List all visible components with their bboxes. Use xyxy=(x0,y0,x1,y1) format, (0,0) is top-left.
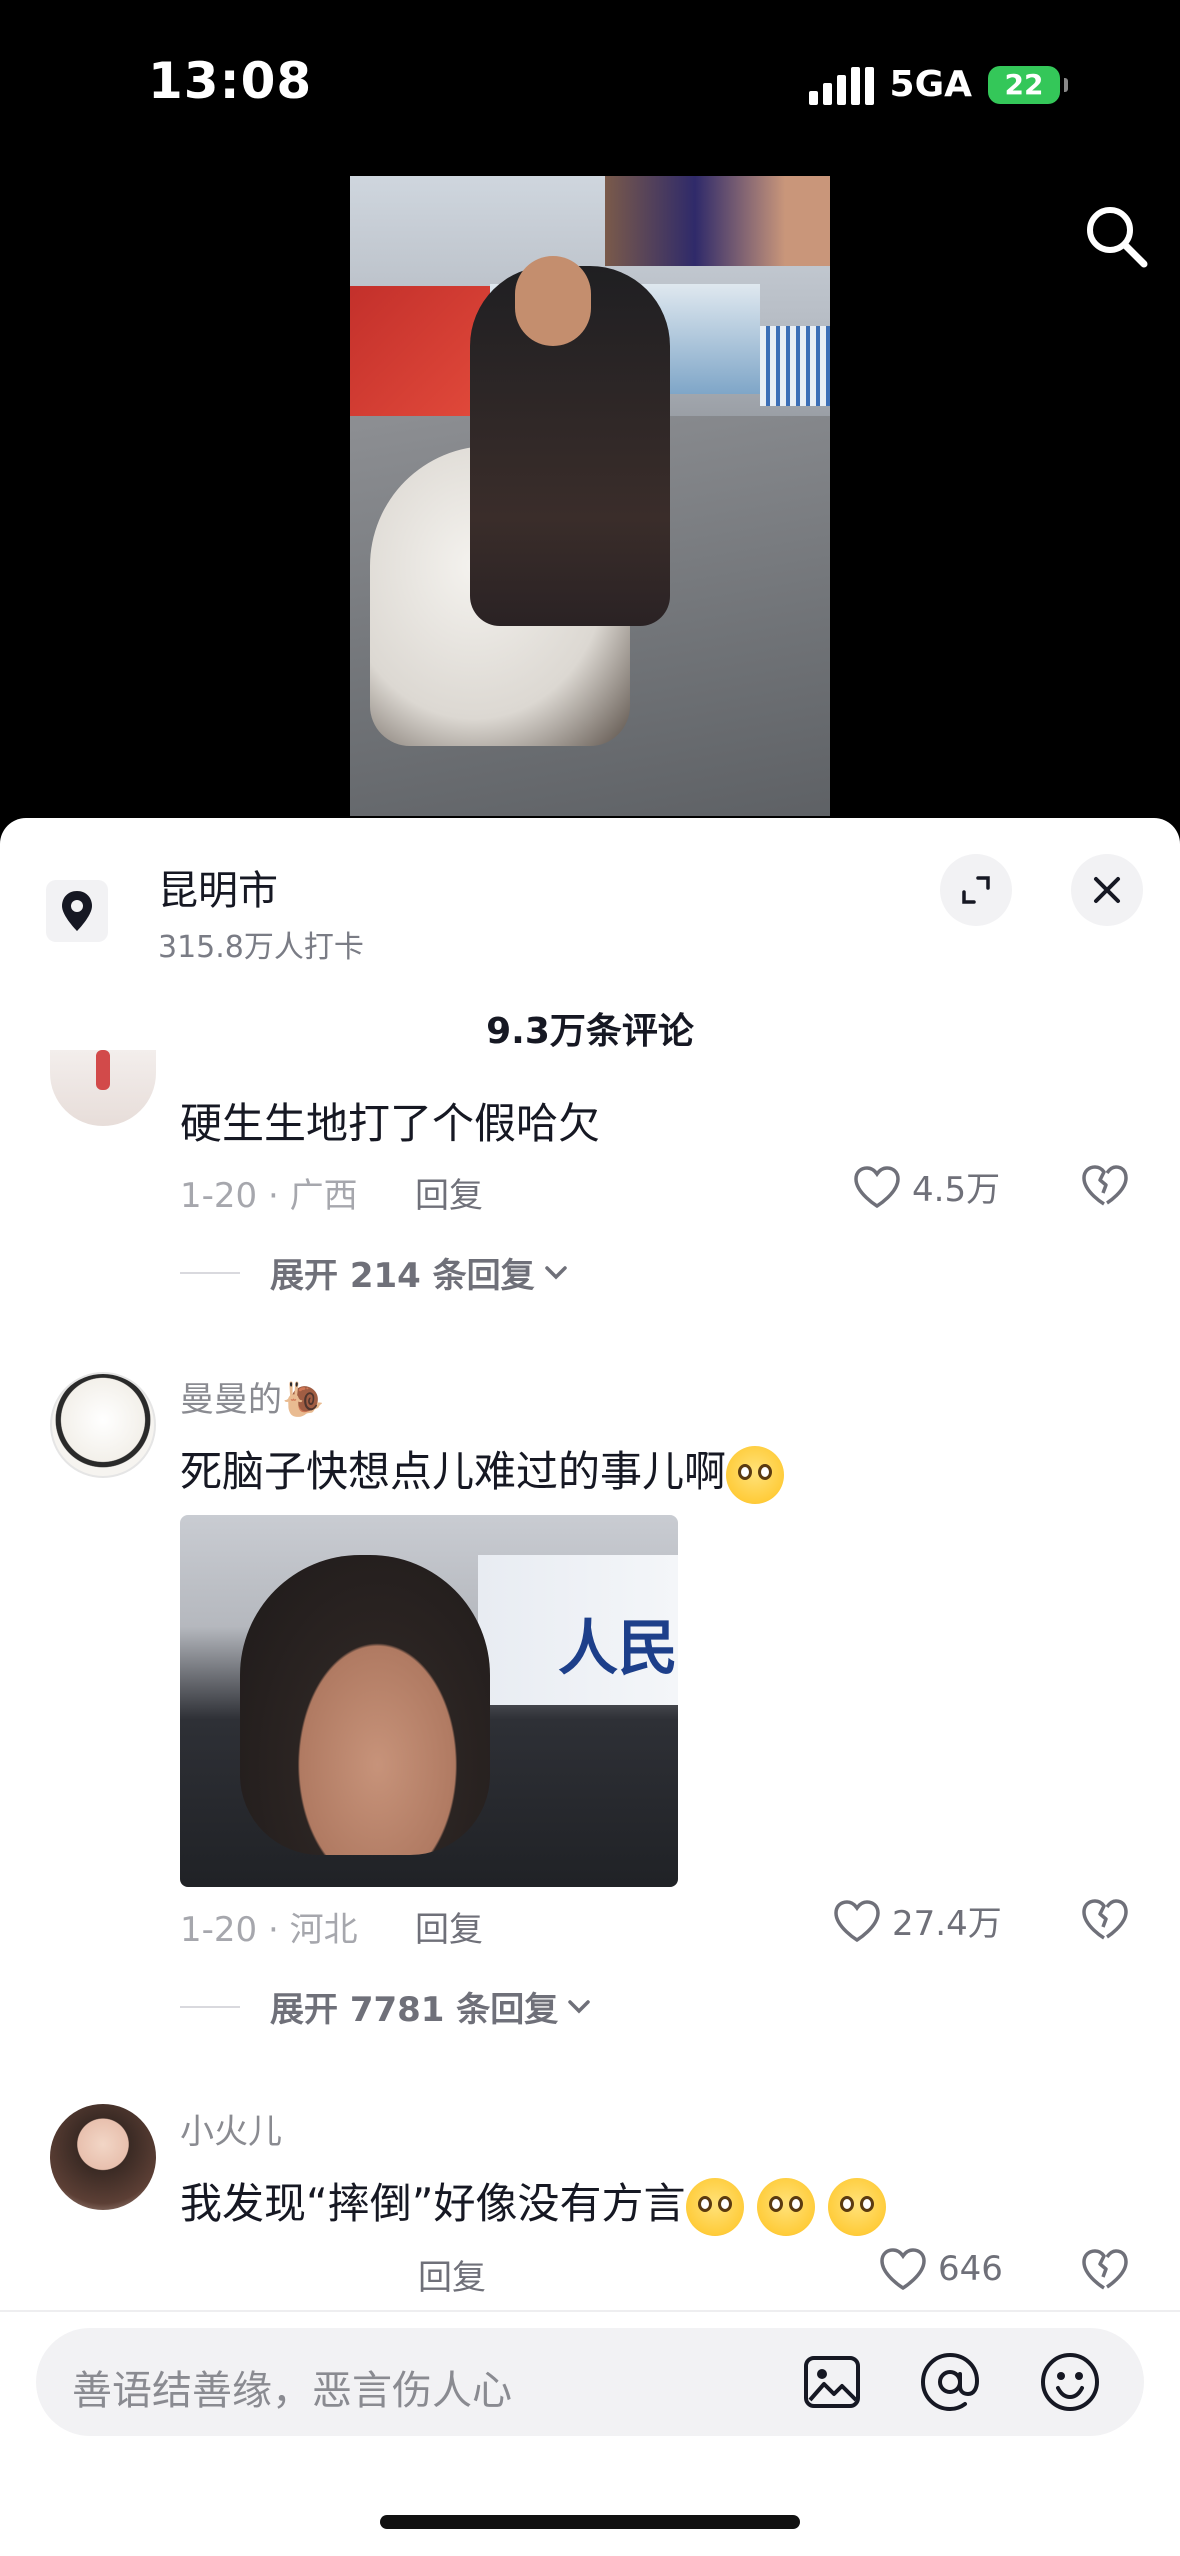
input-divider xyxy=(0,2310,1180,2312)
avatar[interactable] xyxy=(50,2104,156,2210)
emoji-icon[interactable] xyxy=(1038,2350,1102,2414)
shy-emoji-icon xyxy=(756,2177,815,2236)
expand-button[interactable] xyxy=(940,854,1012,926)
broken-heart-icon xyxy=(1082,1899,1128,1940)
comment-count: 9.3万条评论 xyxy=(486,1011,694,1052)
comment-image-person xyxy=(240,1555,490,1855)
shy-emoji-icon xyxy=(726,1445,785,1504)
reply-button[interactable]: 回复 xyxy=(415,1902,483,1951)
like-count: 646 xyxy=(938,2249,1003,2289)
video-railing xyxy=(760,326,830,406)
expand-replies[interactable]: 展开 214 条回复 xyxy=(180,1248,569,1297)
like-button[interactable]: 27.4万 xyxy=(832,1896,1002,1945)
broken-heart-icon xyxy=(1082,1165,1128,1206)
comment-text-content: 我发现“摔倒”好像没有方言 xyxy=(180,2179,686,2228)
like-count: 4.5万 xyxy=(912,1170,1001,1210)
comment-username[interactable]: 曼曼的🐌 xyxy=(180,1372,324,1421)
video-pip-overlay xyxy=(605,176,830,266)
expand-replies[interactable]: 展开 7781 条回复 xyxy=(180,1982,592,2031)
dislike-button[interactable] xyxy=(1080,1898,1128,1946)
comment-image[interactable]: 人民 xyxy=(180,1515,678,1887)
dislike-button[interactable] xyxy=(1080,2248,1128,2296)
broken-heart-icon xyxy=(1082,2249,1128,2290)
at-mention-icon[interactable] xyxy=(918,2350,982,2414)
dislike-button[interactable] xyxy=(1080,1164,1128,1212)
comment-input-placeholder[interactable]: 善语结善缘，恶言伤人心 xyxy=(72,2358,512,2416)
battery-icon: 22 xyxy=(988,65,1068,104)
shy-emoji-icon xyxy=(685,2177,744,2236)
expand-line xyxy=(180,1271,240,1274)
close-button[interactable] xyxy=(1071,854,1143,926)
expand-replies-label: 展开 7781 条回复 xyxy=(270,1990,559,2030)
heart-icon xyxy=(854,1165,900,1208)
video-player[interactable] xyxy=(350,176,830,816)
avatar[interactable] xyxy=(50,1372,156,1478)
heart-icon xyxy=(834,1899,880,1942)
like-count: 27.4万 xyxy=(892,1904,1002,1944)
chevron-down-icon xyxy=(568,1999,591,2013)
comment-text: 我发现“摔倒”好像没有方言 xyxy=(180,2170,887,2236)
like-button[interactable]: 4.5万 xyxy=(852,1162,1000,1211)
network-label: 5GA xyxy=(889,64,972,105)
shy-emoji-icon xyxy=(828,2177,887,2236)
expand-icon xyxy=(962,876,990,904)
search-icon[interactable] xyxy=(1080,200,1152,272)
location-pin-icon[interactable] xyxy=(46,880,108,942)
status-indicators: 5GA 22 xyxy=(808,64,1068,105)
video-rider-head xyxy=(515,256,591,346)
reply-button[interactable]: 回复 xyxy=(418,2250,486,2299)
image-icon[interactable] xyxy=(800,2350,864,2414)
expand-line xyxy=(180,2005,240,2008)
heart-icon xyxy=(880,2248,926,2291)
comment-meta: 1-20 · 河北 xyxy=(180,1910,358,1950)
video-banner-red xyxy=(350,286,490,416)
battery-level: 22 xyxy=(1004,68,1044,101)
reply-button[interactable]: 回复 xyxy=(415,1168,483,1217)
location-checkins: 315.8万人打卡 xyxy=(158,930,364,965)
close-icon xyxy=(1094,877,1120,903)
expand-replies-label: 展开 214 条回复 xyxy=(270,1256,535,1296)
comment-text-content: 死脑子快想点儿难过的事儿啊 xyxy=(180,1447,727,1496)
comment-meta: 1-20 · 广西 xyxy=(180,1176,358,1216)
home-indicator[interactable] xyxy=(380,2515,800,2529)
location-name[interactable]: 昆明市 xyxy=(158,858,278,916)
comment-username[interactable]: 小火儿 xyxy=(180,2104,282,2153)
status-time: 13:08 xyxy=(148,52,313,110)
signal-icon xyxy=(808,65,874,105)
comment-text: 硬生生地打了个假哈欠 xyxy=(180,1099,601,1148)
like-button[interactable]: 646 xyxy=(878,2246,1003,2292)
comment-image-text: 人民 xyxy=(558,1614,678,1684)
comment-text: 死脑子快想点儿难过的事儿啊 xyxy=(180,1438,785,1504)
chevron-down-icon xyxy=(544,1265,567,1279)
